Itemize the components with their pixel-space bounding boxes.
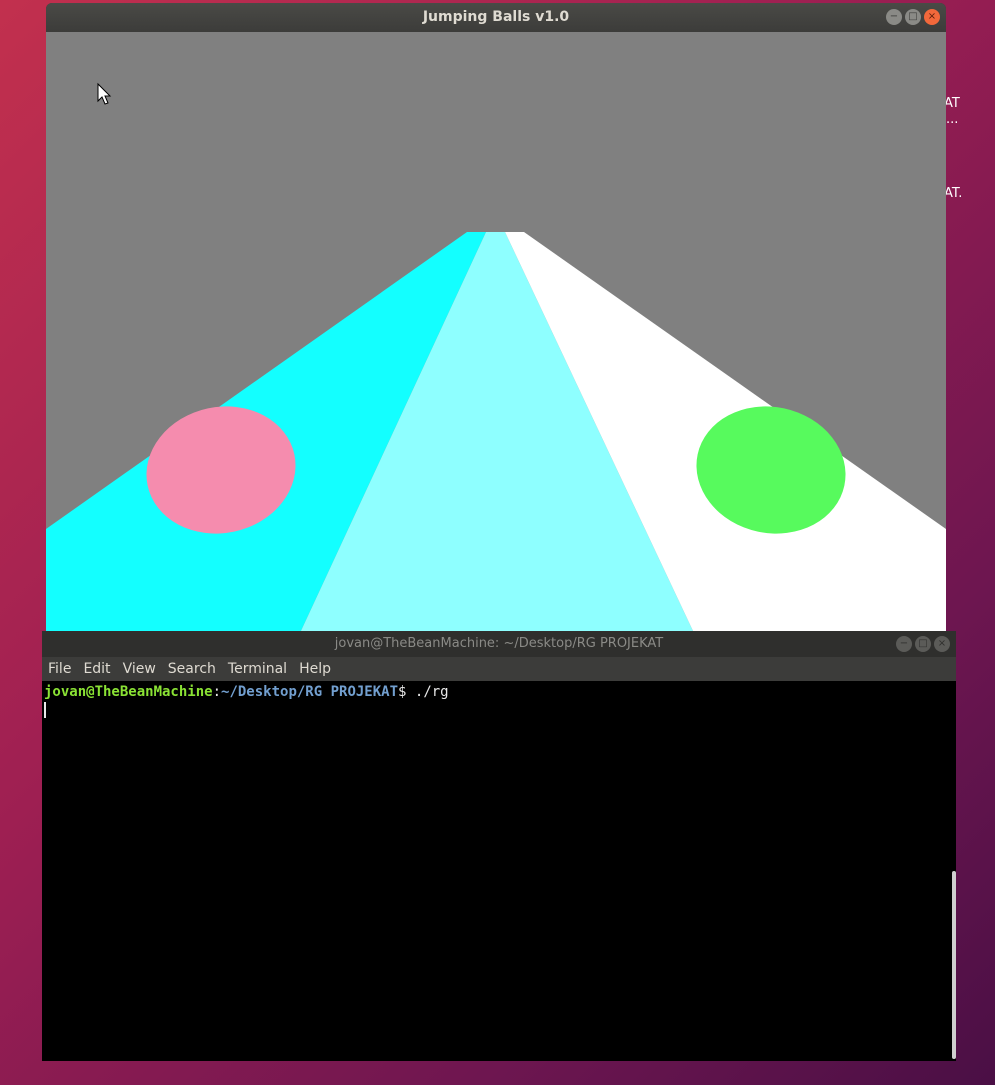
terminal-minimize-button[interactable]: −	[896, 636, 912, 652]
game-window: Jumping Balls v1.0 − □ ×	[46, 3, 946, 633]
command-line: jovan@TheBeanMachine:~/Desktop/RG PROJEK…	[44, 684, 956, 700]
terminal-title: jovan@TheBeanMachine: ~/Desktop/RG PROJE…	[334, 636, 664, 651]
terminal-maximize-button[interactable]: □	[915, 636, 931, 652]
game-titlebar[interactable]: Jumping Balls v1.0 − □ ×	[46, 3, 946, 32]
terminal-titlebar[interactable]: jovan@TheBeanMachine: ~/Desktop/RG PROJE…	[42, 631, 956, 657]
command-text: ./rg	[414, 684, 449, 700]
terminal-menubar: File Edit View Search Terminal Help	[42, 657, 956, 681]
menu-edit[interactable]: Edit	[83, 661, 110, 677]
prompt-path: ~/Desktop/RG PROJEKAT	[221, 684, 399, 700]
menu-help[interactable]: Help	[299, 661, 331, 677]
game-canvas[interactable]	[46, 32, 946, 633]
menu-view[interactable]: View	[123, 661, 156, 677]
desktop-icon-label: AT.	[944, 186, 963, 201]
desktop-icon-label: AT	[944, 96, 960, 111]
desktop-icon-label: ...	[946, 112, 959, 127]
terminal-window: jovan@TheBeanMachine: ~/Desktop/RG PROJE…	[42, 631, 956, 1061]
menu-file[interactable]: File	[48, 661, 71, 677]
window-title: Jumping Balls v1.0	[422, 9, 570, 25]
text-cursor	[44, 702, 46, 718]
minimize-button[interactable]: −	[886, 9, 902, 25]
maximize-button[interactable]: □	[905, 9, 921, 25]
prompt-user: jovan@TheBeanMachine	[44, 684, 213, 700]
terminal-scrollbar[interactable]	[952, 871, 956, 1059]
prompt-symbol: $	[398, 684, 415, 700]
terminal-close-button[interactable]: ×	[934, 636, 950, 652]
close-button[interactable]: ×	[924, 9, 940, 25]
prompt-separator: :	[212, 684, 222, 700]
menu-terminal[interactable]: Terminal	[228, 661, 287, 677]
menu-search[interactable]: Search	[168, 661, 216, 677]
terminal-output[interactable]: jovan@TheBeanMachine:~/Desktop/RG PROJEK…	[42, 681, 956, 1064]
